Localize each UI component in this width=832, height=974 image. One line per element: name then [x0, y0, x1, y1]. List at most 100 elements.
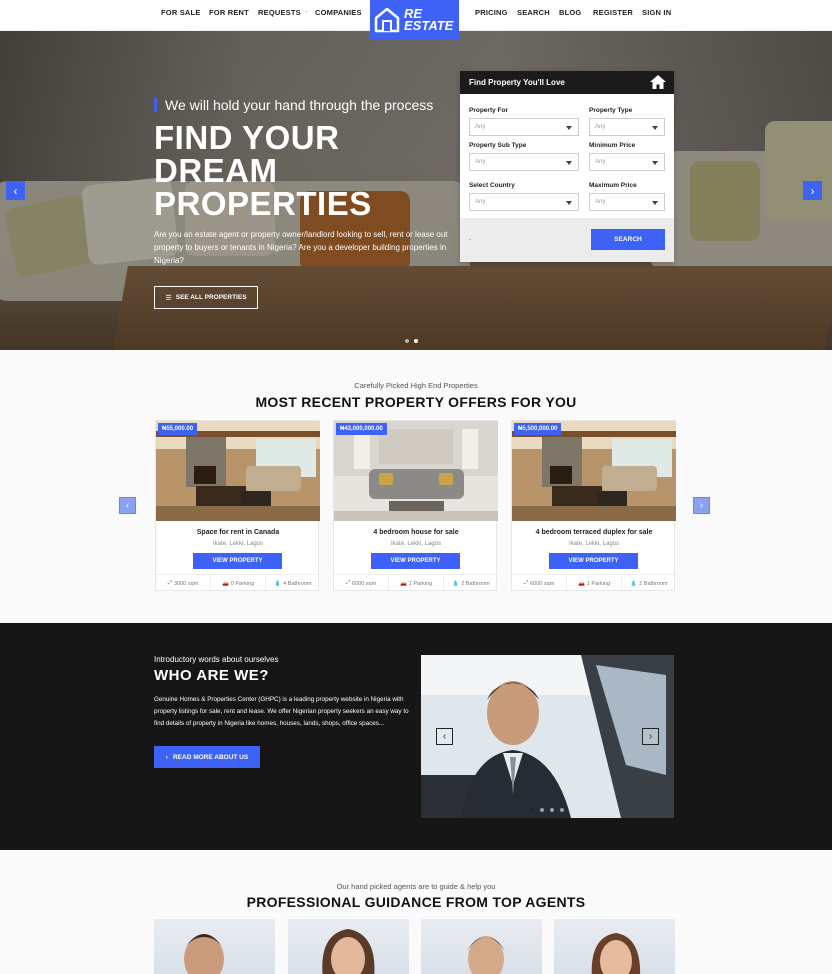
see-all-properties-button[interactable]: ☰ SEE ALL PROPERTIES	[154, 286, 258, 309]
view-property-button[interactable]: VIEW PROPERTY	[549, 553, 638, 569]
about-section: Introductory words about ourselves WHO A…	[0, 623, 832, 850]
maximum-price-select[interactable]: Any	[589, 193, 665, 211]
view-property-button[interactable]: VIEW PROPERTY	[193, 553, 282, 569]
slide-dot[interactable]	[540, 808, 544, 812]
car-icon: 🚗	[399, 580, 407, 587]
area-stat: ⤢ 6000 sqm	[334, 575, 389, 592]
nav-blog[interactable]: BLOG	[559, 8, 581, 17]
agents-title: PROFESSIONAL GUIDANCE FROM TOP AGENTS	[246, 894, 586, 910]
bathroom-value: 2 Bathroom	[461, 580, 490, 587]
chevron-right-icon: ›	[165, 753, 168, 761]
offers-prev-arrow[interactable]: ‹	[119, 497, 136, 514]
slide-dot[interactable]	[550, 808, 554, 812]
property-photo[interactable]: ₦43,000,000.00	[334, 421, 498, 521]
minimum-price-select[interactable]: Any	[589, 153, 665, 171]
slide-dot-active[interactable]	[414, 339, 418, 343]
drop-icon: 💧	[630, 580, 638, 587]
property-card[interactable]: ₦5,500,000.00 4 bedroom terraced duplex …	[511, 420, 676, 592]
area-value: 6000 sqm	[530, 580, 555, 587]
property-card[interactable]: ₦43,000,000.00 4 bedroom house for sale …	[333, 420, 498, 592]
bathroom-stat: 💧 4 Bathroom	[266, 575, 320, 592]
bathroom-stat: 💧 2 Bathroom	[622, 575, 676, 592]
select-country-field: Select Country Any	[469, 182, 579, 211]
nav-companies[interactable]: COMPANIES	[315, 8, 362, 17]
agents-section	[0, 850, 832, 974]
read-more-label: READ MORE ABOUT US	[172, 753, 249, 761]
agents-subtitle: Our hand picked agents are to guide & he…	[336, 882, 496, 891]
car-icon: 🚗	[577, 580, 585, 587]
parking-value: 1 Parking	[408, 580, 433, 587]
about-subtitle: Introductory words about ourselves	[154, 655, 279, 664]
property-type-label: Property Type	[589, 107, 633, 114]
nav-requests[interactable]: REQUESTS	[258, 8, 301, 17]
minimum-price-label: Minimum Price	[589, 142, 636, 149]
read-more-button[interactable]: › READ MORE ABOUT US	[154, 746, 260, 768]
offers-subtitle: Carefully Picked High End Properties	[354, 381, 478, 390]
nav-search[interactable]: SEARCH	[517, 8, 550, 17]
property-title[interactable]: 4 bedroom terraced duplex for sale	[512, 529, 676, 536]
bathroom-stat: 💧 2 Bathroom	[444, 575, 498, 592]
select-country-select[interactable]: Any	[469, 193, 579, 211]
site-logo[interactable]: RE ESTATE	[370, 0, 459, 39]
property-for-label: Property For	[469, 107, 509, 114]
search-form-header: Find Property You'll Love	[460, 71, 674, 94]
area-value: 3000 sqm	[174, 580, 199, 587]
property-title[interactable]: 4 bedroom house for sale	[334, 529, 498, 536]
property-type-select[interactable]: Any	[589, 118, 665, 136]
area-icon: ⤢	[167, 580, 173, 586]
property-sub-type-select[interactable]: Any	[469, 153, 579, 171]
minimum-price-field: Minimum Price Any	[589, 142, 665, 171]
property-sub-type-field: Property Sub Type Any	[469, 142, 579, 171]
parking-stat: 🚗 0 Parking	[211, 575, 266, 592]
bathroom-value: 2 Bathroom	[639, 580, 668, 587]
agent-photo[interactable]	[154, 919, 275, 974]
area-icon: ⤢	[523, 580, 529, 586]
nav-pricing[interactable]: PRICING	[475, 8, 508, 17]
offers-next-arrow[interactable]: ›	[693, 497, 710, 514]
nav-separator: -	[305, 7, 308, 16]
view-property-button[interactable]: VIEW PROPERTY	[371, 553, 460, 569]
nav-register[interactable]: REGISTER	[593, 8, 633, 17]
hero-headline-line: DREAM	[154, 152, 278, 189]
about-text: Genuine Homes & Properties Center (GHPC)…	[154, 696, 409, 727]
property-card[interactable]: ₦55,000.00 Space for rent in Canada Ikat…	[155, 420, 320, 592]
about-title: WHO ARE WE?	[154, 667, 269, 684]
area-icon: ⤢	[345, 580, 351, 586]
advanced-search-link[interactable]: -	[469, 237, 471, 243]
slide-dot[interactable]	[405, 339, 409, 343]
hero-slide-dots	[405, 339, 418, 343]
slide-dot-active[interactable]	[530, 808, 534, 812]
hero-next-arrow[interactable]: ›	[803, 181, 822, 200]
hero-headline-line: PROPERTIES	[154, 185, 372, 222]
nav-sign-in[interactable]: SIGN IN	[642, 8, 671, 17]
price-badge: ₦5,500,000.00	[514, 423, 562, 435]
about-prev-arrow[interactable]: ‹	[436, 728, 453, 745]
about-photo	[421, 655, 674, 818]
property-stats: ⤢ 6000 sqm 🚗 1 Parking 💧 2 Bathroom	[334, 574, 498, 592]
property-location: Ikate, Lekki, Lagos	[568, 541, 620, 547]
agent-photo[interactable]	[421, 919, 542, 974]
property-search-form: Find Property You'll Love Property For A…	[460, 71, 674, 262]
area-stat: ⤢ 6000 sqm	[512, 575, 567, 592]
agent-photo[interactable]	[554, 919, 675, 974]
hero-prev-arrow[interactable]: ‹	[6, 181, 25, 200]
price-badge: ₦43,000,000.00	[336, 423, 387, 435]
see-all-label: SEE ALL PROPERTIES	[175, 294, 247, 301]
property-photo[interactable]: ₦55,000.00	[156, 421, 320, 521]
property-for-field: Property For Any	[469, 107, 579, 136]
slide-dot[interactable]	[560, 808, 564, 812]
parking-value: 0 Parking	[230, 580, 255, 587]
property-for-select[interactable]: Any	[469, 118, 579, 136]
property-title[interactable]: Space for rent in Canada	[156, 529, 320, 536]
search-button[interactable]: SEARCH	[591, 229, 665, 250]
about-next-arrow[interactable]: ›	[642, 728, 659, 745]
property-location: Ikate, Lekki, Lagos	[390, 541, 442, 547]
maximum-price-field: Maximum Price Any	[589, 182, 665, 211]
house-logo-icon	[374, 7, 400, 32]
agent-photo[interactable]	[288, 919, 409, 974]
nav-for-sale[interactable]: FOR SALE	[161, 8, 201, 17]
property-type-field: Property Type Any	[589, 107, 665, 136]
nav-for-rent[interactable]: FOR RENT	[209, 8, 249, 17]
parking-stat: 🚗 1 Parking	[567, 575, 622, 592]
property-photo[interactable]: ₦5,500,000.00	[512, 421, 676, 521]
